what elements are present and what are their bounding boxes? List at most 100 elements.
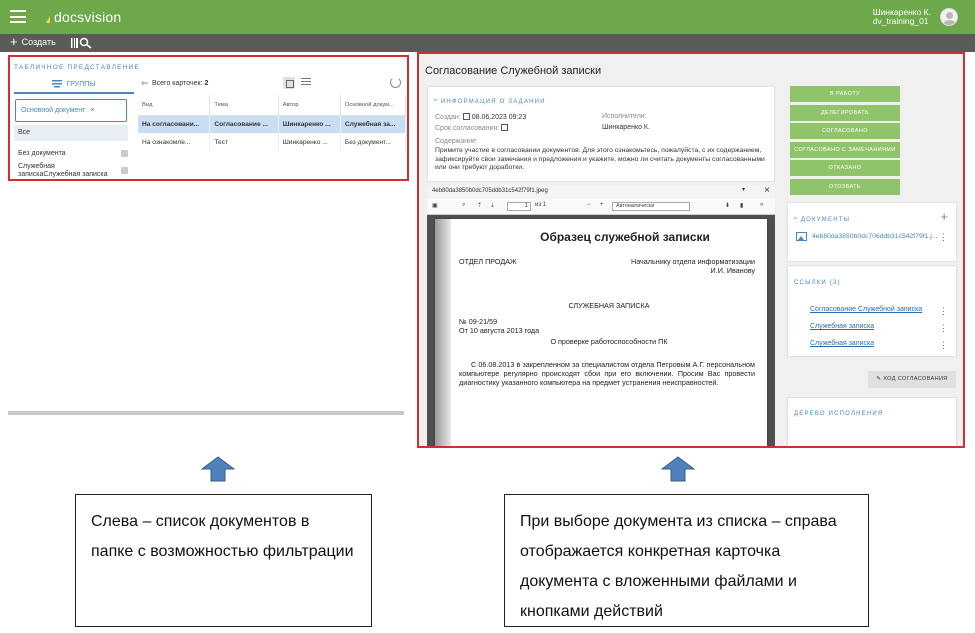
link-item[interactable]: Служебная записка (810, 323, 874, 330)
close-icon[interactable]: × (764, 185, 770, 196)
table-cell: На ознакомле... (138, 133, 211, 151)
list-view-icon[interactable] (301, 78, 311, 88)
execution-tree-section: ДЕРЕВО ИСПОЛНЕНИЯ (787, 397, 957, 446)
more-icon[interactable]: ⋮ (939, 324, 948, 333)
zoom-out-icon[interactable]: − (587, 202, 591, 208)
user-login: dv_training_01 (872, 16, 929, 26)
action-button[interactable]: В РАБОТУ (790, 86, 900, 102)
calendar-icon (462, 113, 470, 120)
created-value: 08.06.2023 09:23 (471, 114, 527, 121)
download-icon[interactable]: ⬇ (725, 202, 730, 209)
doc-memo-date: От 10 августа 2013 года (459, 326, 540, 335)
link-item[interactable]: Служебная записка (810, 340, 874, 347)
add-icon[interactable]: + (940, 209, 948, 224)
user-info[interactable]: Шинкаренко К. dv_training_01 (873, 8, 931, 26)
chevron-up-icon: ^ (794, 217, 801, 223)
action-button[interactable]: ОТКАЗАНО (790, 160, 900, 176)
bookmark-icon[interactable]: ▮ (740, 202, 743, 209)
column-header[interactable]: Основной докум... (340, 95, 407, 116)
document-file-name: 4eb80da3850b0dc706ddb31c542f79f1.j... (812, 233, 938, 240)
total-cards-count: 2 (204, 80, 209, 87)
action-button[interactable]: ДЕЛЕГИРОВАТЬ (790, 104, 900, 121)
group-item-memo[interactable]: Служебная запискаСлужебная записка (14, 163, 128, 179)
left-callout: Слева – список документов в папке с возм… (75, 494, 372, 627)
viewer-tab: 4eb80da3850b0dc705ddb31c542f79f1.jpeg ▾ … (427, 185, 775, 199)
collapse-arrow-icon[interactable]: ⇐ (141, 78, 149, 89)
sidebar-toggle-icon[interactable]: ▣ (432, 202, 438, 209)
created-label: Создан: (435, 114, 461, 121)
document-page: Образец служебной записки ОТДЕЛ ПРОДАЖ Н… (435, 219, 767, 446)
barcode-search-icon[interactable] (71, 37, 93, 49)
group-item-no-document[interactable]: Без документа (14, 150, 128, 158)
approval-route-label: ХОД СОГЛАСОВАНИЯ (883, 376, 948, 382)
zoom-select[interactable]: Автоматически (612, 202, 690, 211)
page-up-icon[interactable]: ⇡ (477, 202, 482, 209)
performers-value: Шинкаренко К. (602, 124, 650, 131)
page-down-icon[interactable]: ⇣ (490, 202, 495, 209)
links-header[interactable]: ССЫЛКИ (3) (794, 280, 841, 286)
action-button[interactable]: СОГЛАСОВАНО (790, 123, 900, 139)
document-table: Вид Тема Автор Основной докум... На согл… (138, 95, 407, 151)
horizontal-scrollbar[interactable] (8, 411, 404, 415)
column-header[interactable]: Вид (138, 95, 211, 116)
table-header-row: Вид Тема Автор Основной докум... (138, 95, 407, 116)
link-item[interactable]: Согласование Служебной записка (810, 306, 922, 313)
zoom-in-icon[interactable]: + (600, 202, 604, 208)
table-row[interactable]: На согласовани... Согласование ... Шинка… (138, 115, 407, 133)
doc-recipient-1: Начальнику отдела информатизации (631, 257, 755, 266)
table-cell: Тест (209, 133, 279, 151)
created-field: Создан: 08.06.2023 09:23 (435, 113, 526, 121)
page-number-input[interactable]: 1 (507, 202, 531, 211)
column-header[interactable]: Тема (209, 95, 279, 116)
refresh-icon[interactable] (390, 77, 401, 88)
create-button[interactable]: + Создать (10, 34, 56, 49)
doc-memo-number: № 09-21/59 (459, 317, 498, 326)
filter-chip[interactable]: Основной документ × (15, 99, 127, 122)
search-icon[interactable]: ⌕ (462, 202, 465, 209)
table-row[interactable]: На ознакомле... Тест Шинкаренко ... Без … (138, 133, 407, 151)
table-view-label[interactable]: ТАБЛИЧНОЕ ПРЕДСТАВЛЕНИЕ (14, 64, 140, 71)
logo-mark-icon (46, 16, 50, 23)
menu-icon[interactable] (10, 10, 26, 23)
more-tools-icon[interactable]: » (760, 202, 763, 208)
app-header: docsvision Шинкаренко К. dv_training_01 (0, 0, 975, 34)
total-cards-label: Всего карточек: (152, 80, 203, 87)
group-item-label: Без документа (18, 150, 66, 157)
approval-route-button[interactable]: ✎ ХОД СОГЛАСОВАНИЯ (868, 371, 956, 388)
filter-chip-label: Основной документ (21, 107, 86, 114)
app-logo[interactable]: docsvision (46, 9, 121, 25)
documents-header[interactable]: ^ ДОКУМЕНТЫ (794, 217, 850, 223)
group-item-all[interactable]: Все (14, 125, 128, 141)
more-icon[interactable]: ⋮ (939, 341, 948, 350)
close-icon[interactable]: × (90, 107, 94, 114)
avatar[interactable] (940, 8, 958, 26)
table-cell: На согласовани... (138, 115, 211, 133)
more-icon[interactable]: ⋮ (939, 307, 948, 316)
grid-view-icon[interactable] (283, 77, 295, 89)
column-header[interactable]: Автор (278, 95, 341, 116)
tab-groups-label: ГРУППЫ (66, 80, 96, 88)
chevron-down-icon[interactable]: ▾ (742, 186, 745, 193)
toolbar: + Создать (0, 34, 975, 52)
total-cards: Всего карточек: 2 (152, 80, 208, 87)
viewer-file-name: 4eb80da3850b0dc705ddb31c542f79f1.jpeg (432, 188, 548, 194)
doc-recipient-2: И.И. Иванову (710, 266, 755, 275)
more-icon[interactable]: ⋮ (939, 233, 948, 242)
page-count: из 1 (535, 202, 547, 208)
action-button[interactable]: СОГЛАСОВАНО С ЗАМЕЧАНИЯМИ (790, 141, 900, 158)
documents-section: ^ ДОКУМЕНТЫ + 4eb80da3850b0dc706ddb31c54… (787, 202, 957, 262)
task-info-header[interactable]: ^ ИНФОРМАЦИЯ О ЗАДАНИИ (434, 99, 546, 105)
arrow-up-icon (201, 456, 235, 482)
tab-groups[interactable]: ГРУППЫ (14, 76, 134, 94)
arrow-up-icon (661, 456, 695, 482)
table-cell: Шинкаренко ... (278, 115, 341, 133)
content-label-text: Содержание: (435, 138, 478, 145)
execution-tree-header[interactable]: ДЕРЕВО ИСПОЛНЕНИЯ (794, 411, 883, 417)
action-button[interactable]: ОТОЗВАТЬ (790, 178, 900, 195)
list-toolbar: ⇐ Всего карточек: 2 (138, 77, 404, 93)
table-cell: Согласование ... (209, 115, 279, 133)
calendar-icon[interactable] (501, 124, 509, 131)
task-info-label: ИНФОРМАЦИЯ О ЗАДАНИИ (440, 99, 546, 105)
document-file-link[interactable]: 4eb80da3850b0dc706ddb31c542f79f1.j... (796, 232, 937, 241)
plus-icon: + (10, 34, 18, 49)
